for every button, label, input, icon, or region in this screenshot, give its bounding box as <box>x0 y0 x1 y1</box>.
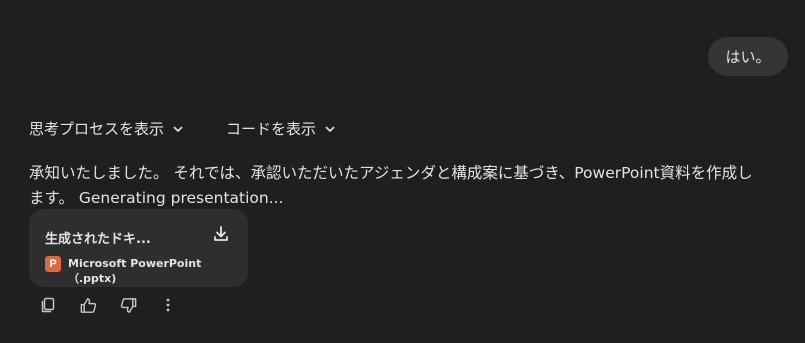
more-options-button[interactable] <box>158 297 178 317</box>
bad-response-button[interactable] <box>118 297 138 317</box>
download-icon <box>211 224 231 248</box>
file-title: 生成されたドキ... <box>45 232 151 247</box>
show-thinking-label: 思考プロセスを表示 <box>29 120 165 138</box>
copy-icon <box>39 296 57 318</box>
response-text: 承知いたしました。 それでは、承認いただいたアジェンダと構成案に基づき、Powe… <box>29 164 753 207</box>
file-type-label: Microsoft PowerPoint（.pptx) <box>68 257 202 285</box>
generated-file-card[interactable]: 生成されたドキ... P Microsoft PowerPoint（.pptx) <box>29 209 248 287</box>
chevron-down-icon <box>172 123 184 135</box>
chat-page: はい。 思考プロセスを表示 コードを表示 承知いたしました。 それでは、承認いた… <box>0 0 805 343</box>
copy-button[interactable] <box>38 297 58 317</box>
show-code-toggle[interactable]: コードを表示 <box>226 118 336 139</box>
thumbs-down-icon <box>119 296 138 319</box>
response-actions <box>38 297 178 317</box>
good-response-button[interactable] <box>78 297 98 317</box>
show-thinking-toggle[interactable]: 思考プロセスを表示 <box>29 118 184 139</box>
show-code-label: コードを表示 <box>226 120 317 138</box>
user-message-bubble: はい。 <box>708 37 788 76</box>
user-message-text: はい。 <box>725 48 771 66</box>
powerpoint-icon: P <box>45 256 61 272</box>
download-button[interactable] <box>210 225 232 247</box>
thumbs-up-icon <box>79 296 98 319</box>
response-toggles: 思考プロセスを表示 コードを表示 <box>29 118 336 139</box>
chevron-down-icon <box>324 123 336 135</box>
more-vert-icon <box>165 297 171 317</box>
